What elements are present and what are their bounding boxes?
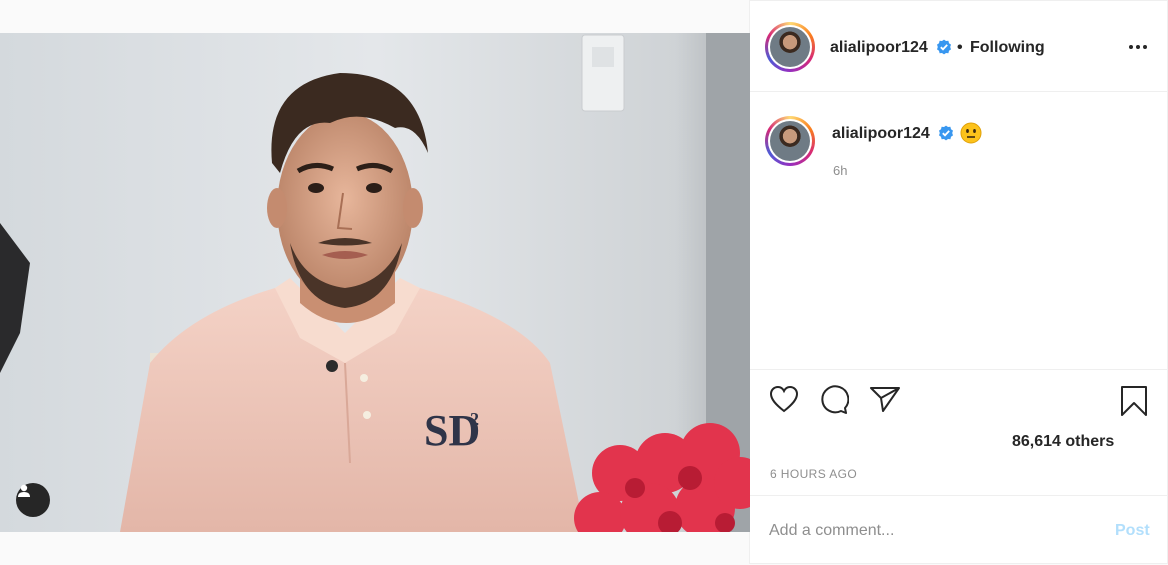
action-bar: 86,614 others 6 HOURS AGO [750,369,1168,495]
comment-input[interactable] [769,520,1089,542]
caption-timestamp[interactable]: 6h [833,163,847,178]
caption-avatar[interactable] [765,116,815,166]
svg-text:2: 2 [470,409,479,429]
user-tag-icon [18,484,30,497]
neutral-face-emoji [960,122,982,144]
post-dialog: SD 2 alialipoor124 • Following alialipoo… [0,0,1168,564]
caption-avatar-image [770,121,810,161]
likes-count[interactable]: 86,614 others [1012,433,1114,451]
following-button[interactable]: Following [970,39,1045,57]
post-comment-button[interactable]: Post [1115,522,1150,540]
heart-icon[interactable] [769,385,799,413]
post-sidebar: alialipoor124 • Following alialipoor124 … [750,0,1168,564]
post-media: SD 2 [0,0,750,564]
follow-separator: • [957,39,963,56]
user-tag-button[interactable] [16,483,50,517]
caption-verified-badge-icon [939,125,953,141]
caption-username[interactable]: alialipoor124 [832,125,930,143]
avatar[interactable] [765,22,815,72]
photo-illustration: SD 2 [0,33,750,532]
send-icon[interactable] [869,385,901,413]
post-time-ago[interactable]: 6 HOURS AGO [770,467,857,481]
post-photo[interactable]: SD 2 [0,33,750,532]
avatar-image [770,27,810,67]
verified-badge-icon [937,39,951,55]
post-header: alialipoor124 • Following [750,1,1168,92]
comment-icon[interactable] [819,385,849,415]
comment-section: Post [750,495,1168,565]
bookmark-icon[interactable] [1120,385,1148,417]
more-options-icon[interactable] [1126,37,1150,57]
header-username[interactable]: alialipoor124 [830,39,928,57]
